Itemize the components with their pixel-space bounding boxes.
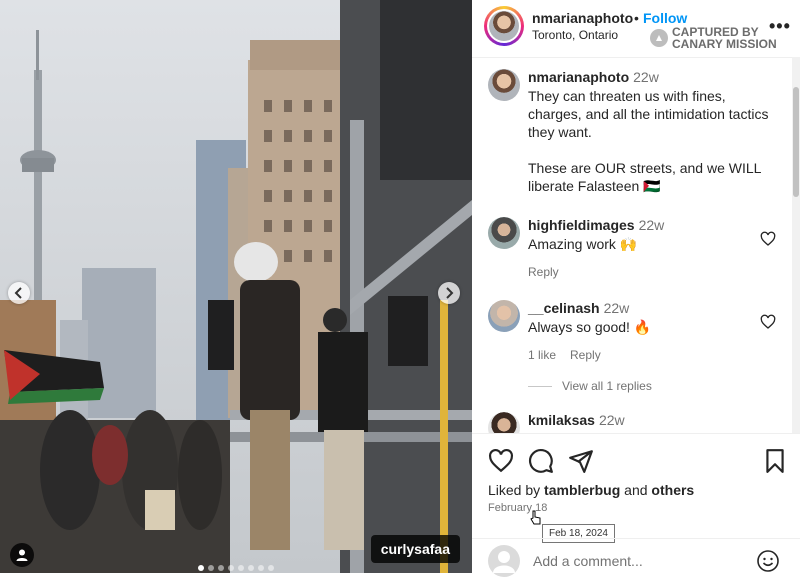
post-photo bbox=[0, 0, 472, 573]
post-location[interactable]: Toronto, Ontario bbox=[532, 28, 618, 42]
carousel-dot bbox=[218, 565, 224, 571]
caption-avatar[interactable] bbox=[488, 69, 520, 101]
scrollbar-thumb[interactable] bbox=[793, 87, 799, 197]
like-comment-heart-icon[interactable] bbox=[760, 231, 776, 247]
liked-by: Liked by tamblerbug and others bbox=[488, 482, 694, 498]
photo-user-tag[interactable]: curlysafaa bbox=[370, 535, 460, 563]
watermark-logo-icon bbox=[650, 29, 668, 47]
emoji-icon[interactable] bbox=[756, 549, 780, 573]
carousel-dot bbox=[268, 565, 274, 571]
comments-scrollbar[interactable] bbox=[792, 57, 800, 433]
carousel-indicator bbox=[0, 565, 472, 571]
liked-by-user[interactable]: tamblerbug bbox=[544, 482, 620, 498]
view-replies-button[interactable]: View all 1 replies bbox=[528, 379, 652, 393]
comment-username[interactable]: kmilaksas bbox=[528, 412, 595, 428]
divider bbox=[472, 433, 800, 434]
add-comment-bar: Add a comment... bbox=[472, 538, 800, 577]
carousel-dot bbox=[208, 565, 214, 571]
separator-dot: • bbox=[634, 10, 639, 26]
comment-text: Amazing work 🙌 bbox=[528, 236, 638, 252]
post-photo-panel: curlysafaa bbox=[0, 0, 472, 573]
caption-text: They can threaten us with fines, charges… bbox=[528, 88, 769, 194]
like-heart-icon[interactable] bbox=[488, 448, 514, 474]
reply-button[interactable]: Reply bbox=[528, 265, 559, 279]
carousel-dot bbox=[258, 565, 264, 571]
carousel-dot bbox=[238, 565, 244, 571]
comment-text: Always so good! 🔥 bbox=[528, 319, 652, 335]
watermark: CAPTURED BY CANARY MISSION bbox=[650, 26, 777, 50]
caption-time[interactable]: 22w bbox=[633, 69, 659, 85]
save-bookmark-icon[interactable] bbox=[762, 448, 788, 474]
add-comment-input[interactable]: Add a comment... bbox=[533, 553, 643, 569]
post-details-panel: nmarianaphoto • Follow Toronto, Ontario … bbox=[472, 0, 800, 577]
liked-by-prefix: Liked by bbox=[488, 482, 545, 498]
chevron-left-icon bbox=[14, 287, 22, 299]
carousel-prev-button[interactable] bbox=[8, 282, 30, 304]
carousel-dot bbox=[248, 565, 254, 571]
post-actions bbox=[488, 448, 788, 474]
follow-button[interactable]: Follow bbox=[643, 10, 687, 26]
comment-avatar[interactable] bbox=[488, 217, 520, 249]
comments-list[interactable]: nmarianaphoto 22w They can threaten us wi… bbox=[472, 57, 792, 433]
more-options-button[interactable]: ••• bbox=[769, 16, 791, 37]
like-comment-heart-icon[interactable] bbox=[760, 314, 776, 330]
comment-avatar[interactable] bbox=[488, 412, 520, 433]
watermark-line2: CANARY MISSION bbox=[672, 37, 777, 51]
hand-pointer-cursor-icon bbox=[530, 510, 541, 525]
caption-username[interactable]: nmarianaphoto bbox=[528, 69, 629, 85]
post-header: nmarianaphoto • Follow Toronto, Ontario … bbox=[472, 0, 800, 58]
comment-time: 22w bbox=[603, 300, 630, 316]
reply-button[interactable]: Reply bbox=[570, 348, 601, 362]
comment-bubble-icon[interactable] bbox=[528, 448, 554, 474]
view-replies-label[interactable]: View all 1 replies bbox=[562, 379, 652, 393]
comment-username[interactable]: __celinash bbox=[528, 300, 600, 316]
liked-by-middle: and bbox=[620, 482, 652, 498]
comment-time: 22w bbox=[638, 217, 665, 233]
comment-likes-count[interactable]: 1 like bbox=[528, 348, 556, 362]
tagged-users-button[interactable] bbox=[10, 543, 34, 567]
person-icon bbox=[16, 549, 28, 561]
avatar-image bbox=[489, 11, 519, 41]
carousel-dot bbox=[228, 565, 234, 571]
share-send-icon[interactable] bbox=[568, 448, 594, 474]
author-avatar[interactable] bbox=[484, 6, 524, 46]
replies-divider-line bbox=[528, 385, 552, 387]
current-user-avatar bbox=[488, 545, 520, 577]
carousel-next-button[interactable] bbox=[438, 282, 460, 304]
comment-username[interactable]: highfieldimages bbox=[528, 217, 635, 233]
author-username[interactable]: nmarianaphoto bbox=[532, 10, 633, 26]
liked-by-others[interactable]: others bbox=[651, 482, 694, 498]
chevron-right-icon bbox=[446, 287, 454, 299]
comment-avatar[interactable] bbox=[488, 300, 520, 332]
comment-time: 22w bbox=[598, 412, 625, 428]
carousel-dot bbox=[198, 565, 204, 571]
